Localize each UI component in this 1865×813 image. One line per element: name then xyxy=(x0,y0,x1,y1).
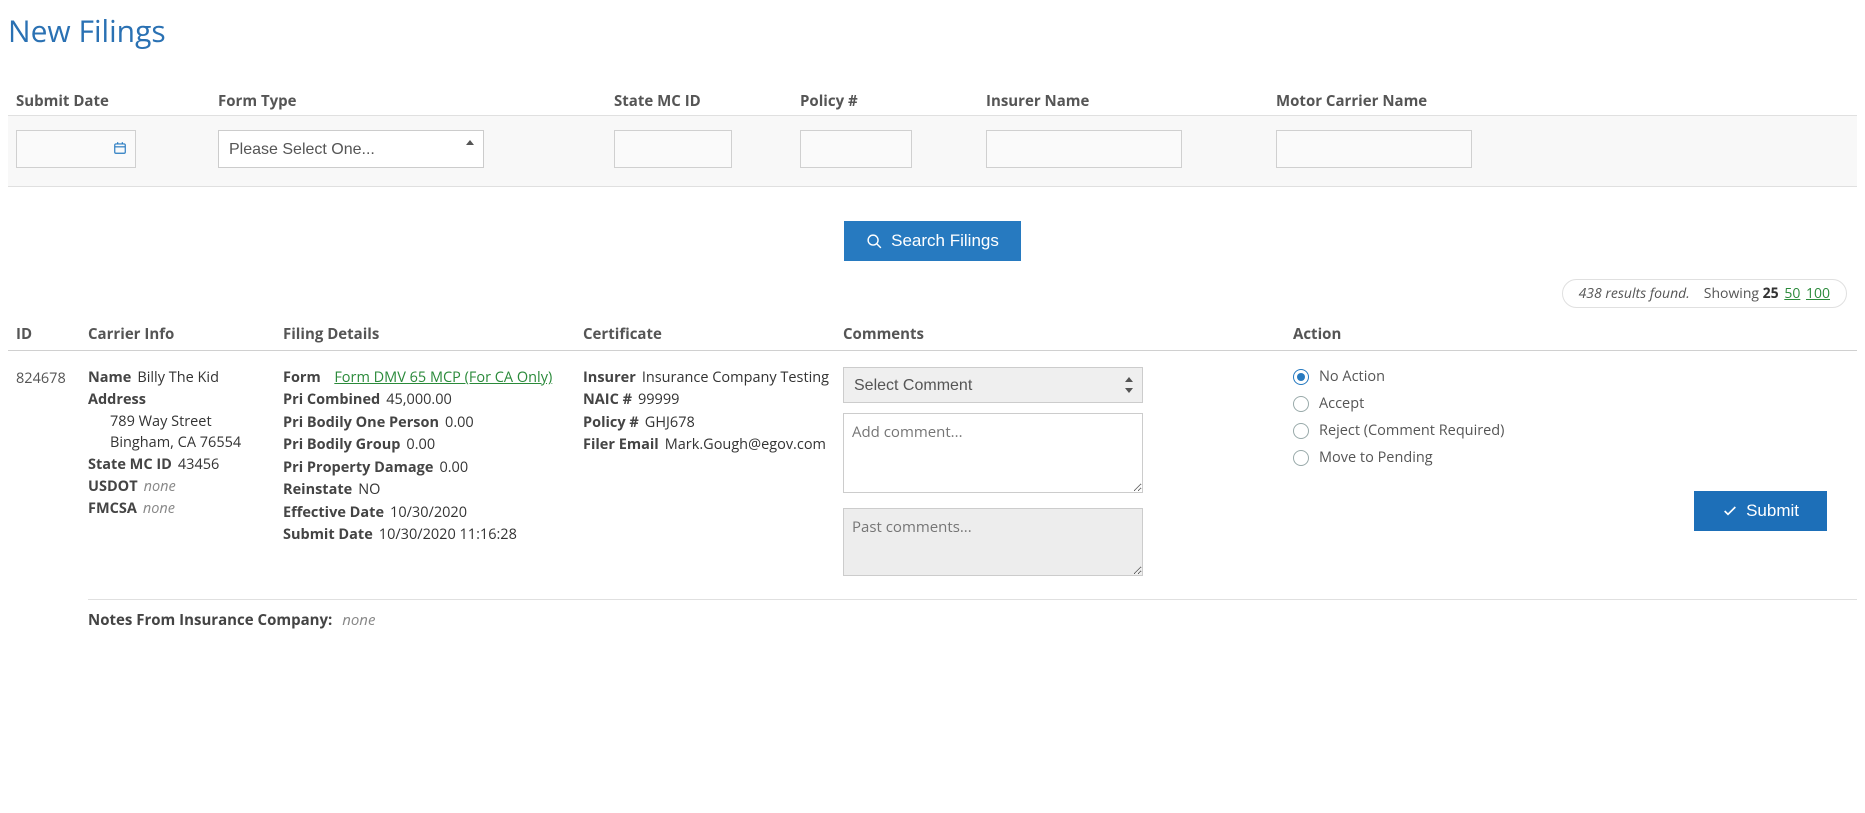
radio-reject[interactable]: Reject (Comment Required) xyxy=(1293,421,1827,440)
state-mc-id-input[interactable] xyxy=(614,130,732,168)
filter-label-insurer-name: Insurer Name xyxy=(986,91,1276,111)
radio-icon xyxy=(1293,369,1309,385)
page-size-50[interactable]: 50 xyxy=(1784,284,1800,303)
reinstate-value: NO xyxy=(358,480,380,499)
page-size-active: 25 xyxy=(1763,284,1779,303)
col-comments: Comments xyxy=(843,324,1293,344)
policy-value: GHJ678 xyxy=(645,413,695,432)
radio-icon xyxy=(1293,423,1309,439)
pri-bodily-one-label: Pri Bodily One Person xyxy=(283,413,439,432)
results-found-text: 438 results found. xyxy=(1579,284,1690,303)
carrier-name: Billy The Kid xyxy=(137,368,219,387)
pri-bodily-group-label: Pri Bodily Group xyxy=(283,435,400,454)
filter-header-row: Submit Date Form Type State MC ID Policy… xyxy=(8,91,1857,116)
insurer-value: Insurance Company Testing xyxy=(642,368,829,387)
form-link[interactable]: Form DMV 65 MCP (For CA Only) xyxy=(334,368,552,387)
fmcsa-label: FMCSA xyxy=(88,499,137,518)
address-line-2: Bingham, CA 76554 xyxy=(88,432,283,454)
policy-number-input[interactable] xyxy=(800,130,912,168)
state-mc-id-value: 43456 xyxy=(178,455,219,474)
submit-date-value: 10/30/2020 11:16:28 xyxy=(379,525,517,544)
form-label: Form xyxy=(283,368,321,387)
filing-details-cell: Form Form DMV 65 MCP (For CA Only) Pri C… xyxy=(283,367,583,581)
col-id: ID xyxy=(8,324,88,344)
results-showing: Showing 25 50 100 xyxy=(1704,284,1830,303)
notes-row: Notes From Insurance Company: none xyxy=(88,599,1857,630)
radio-accept-label: Accept xyxy=(1319,394,1364,413)
pri-bodily-group-value: 0.00 xyxy=(406,435,435,454)
pri-bodily-one-value: 0.00 xyxy=(445,413,474,432)
col-action: Action xyxy=(1293,324,1857,344)
submit-date-input[interactable] xyxy=(16,130,136,168)
add-comment-textarea[interactable] xyxy=(843,413,1143,493)
eff-date-value: 10/30/2020 xyxy=(390,503,467,522)
naic-value: 99999 xyxy=(638,390,679,409)
notes-value: none xyxy=(342,610,375,630)
form-type-select[interactable]: Please Select One... xyxy=(218,130,484,168)
pri-prop-damage-value: 0.00 xyxy=(439,458,468,477)
address-line-1: 789 Way Street xyxy=(88,411,283,433)
filter-label-state-mc-id: State MC ID xyxy=(614,91,800,111)
radio-icon xyxy=(1293,450,1309,466)
address-label: Address xyxy=(88,390,146,409)
check-icon xyxy=(1722,503,1738,519)
policy-label: Policy # xyxy=(583,413,639,432)
action-cell: No Action Accept Reject (Comment Require… xyxy=(1293,367,1857,581)
certificate-cell: Insurer Insurance Company Testing NAIC # 9… xyxy=(583,367,843,581)
pri-prop-damage-label: Pri Property Damage xyxy=(283,458,433,477)
submit-label: Submit xyxy=(1746,501,1799,521)
result-header-row: ID Carrier Info Filing Details Certifica… xyxy=(8,318,1857,351)
radio-no-action[interactable]: No Action xyxy=(1293,367,1827,386)
submit-date-label: Submit Date xyxy=(283,525,373,544)
usdot-label: USDOT xyxy=(88,477,138,496)
calendar-icon xyxy=(113,141,127,155)
eff-date-label: Effective Date xyxy=(283,503,384,522)
insurer-label: Insurer xyxy=(583,368,636,387)
past-comments-textarea[interactable] xyxy=(843,508,1143,576)
naic-label: NAIC # xyxy=(583,390,632,409)
col-filing: Filing Details xyxy=(283,324,583,344)
radio-icon xyxy=(1293,396,1309,412)
filter-label-form-type: Form Type xyxy=(218,91,614,111)
filter-label-submit-date: Submit Date xyxy=(8,91,218,111)
state-mc-id-label: State MC ID xyxy=(88,455,172,474)
filer-value: Mark.Gough@egov.com xyxy=(665,435,826,454)
radio-pending[interactable]: Move to Pending xyxy=(1293,448,1827,467)
result-row: 824678 Name Billy The Kid Address 789 Way… xyxy=(8,351,1857,581)
name-label: Name xyxy=(88,368,131,387)
search-filings-label: Search Filings xyxy=(891,231,999,251)
row-id: 824678 xyxy=(8,367,88,581)
reinstate-label: Reinstate xyxy=(283,480,352,499)
filter-label-carrier-name: Motor Carrier Name xyxy=(1276,91,1857,111)
carrier-info-cell: Name Billy The Kid Address 789 Way Street… xyxy=(88,367,283,581)
usdot-value: none xyxy=(144,477,176,496)
results-summary: 438 results found. Showing 25 50 100 xyxy=(1562,279,1847,308)
page-size-100[interactable]: 100 xyxy=(1806,284,1830,303)
page-title: New Filings xyxy=(8,10,1857,51)
radio-no-action-label: No Action xyxy=(1319,367,1385,386)
fmcsa-value: none xyxy=(143,499,175,518)
radio-accept[interactable]: Accept xyxy=(1293,394,1827,413)
col-cert: Certificate xyxy=(583,324,843,344)
insurer-name-input[interactable] xyxy=(986,130,1182,168)
filer-label: Filer Email xyxy=(583,435,659,454)
search-icon xyxy=(866,233,883,250)
search-filings-button[interactable]: Search Filings xyxy=(844,221,1021,261)
comments-cell: Select Comment xyxy=(843,367,1293,581)
radio-reject-label: Reject (Comment Required) xyxy=(1319,421,1504,440)
radio-pending-label: Move to Pending xyxy=(1319,448,1433,467)
pri-combined-label: Pri Combined xyxy=(283,390,380,409)
submit-button[interactable]: Submit xyxy=(1694,491,1827,531)
notes-label: Notes From Insurance Company: xyxy=(88,610,332,630)
pri-combined-value: 45,000.00 xyxy=(386,390,452,409)
select-comment-dropdown[interactable]: Select Comment xyxy=(843,367,1143,403)
col-carrier: Carrier Info xyxy=(88,324,283,344)
carrier-name-input[interactable] xyxy=(1276,130,1472,168)
filter-label-policy-no: Policy # xyxy=(800,91,986,111)
filter-input-row: Please Select One... xyxy=(8,116,1857,187)
